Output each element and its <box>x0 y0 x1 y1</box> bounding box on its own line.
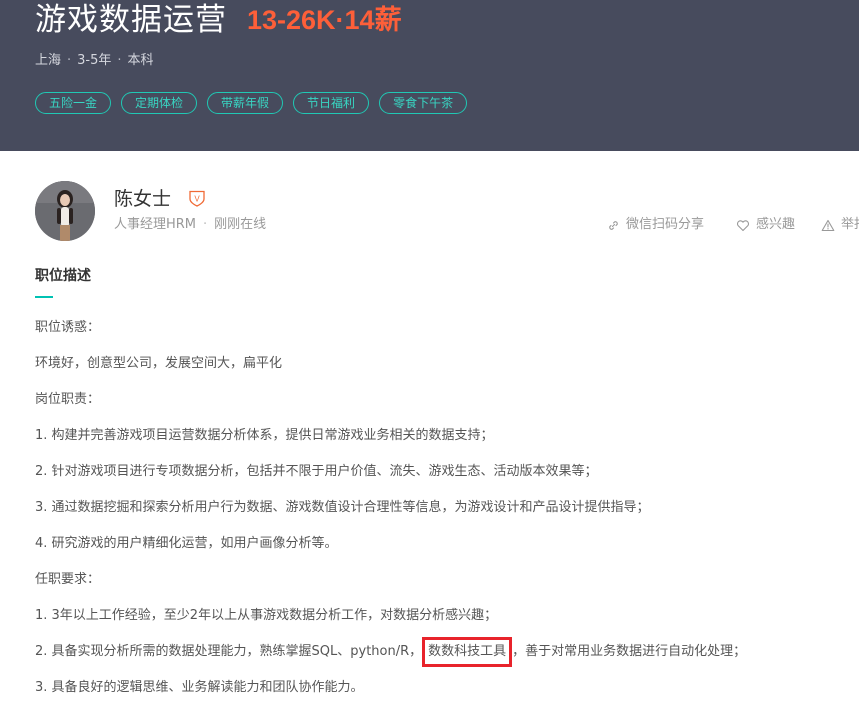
job-experience: 3-5年 <box>77 53 112 68</box>
meta-separator: · <box>117 53 122 68</box>
benefit-tag: 带薪年假 <box>207 92 284 114</box>
role-separator: · <box>203 217 208 232</box>
recruiter-status: 刚刚在线 <box>214 217 267 232</box>
report-label: 举报 <box>841 217 859 232</box>
interest-label: 感兴趣 <box>756 217 796 232</box>
benefit-tag: 五险一金 <box>35 92 112 114</box>
benefit-tag: 零食下午茶 <box>379 92 468 114</box>
job-banner: 游戏数据运营 13-26K·14薪 上海 · 3-5年 · 本科 五险一金 定期体检 带… <box>0 0 859 151</box>
description-line: 3. 具备良好的逻辑思维、业务解读能力和团队协作能力。 <box>35 680 364 695</box>
report-button[interactable]: 举报 <box>821 216 859 234</box>
job-education: 本科 <box>127 53 154 68</box>
job-title: 游戏数据运营 <box>35 2 227 38</box>
recruiter-avatar[interactable] <box>35 181 95 241</box>
recruiter-role-line: 人事经理HRM · 刚刚在线 <box>114 216 266 234</box>
benefit-tag: 节日福利 <box>293 92 370 114</box>
warning-icon <box>821 219 835 231</box>
description-line: 任职要求： <box>35 572 101 587</box>
benefit-tag: 定期体检 <box>121 92 198 114</box>
job-description: 职位诱惑： 环境好，创意型公司，发展空间大，扁平化 岗位职责： 1. 构建并完善… <box>35 319 855 715</box>
section-underline <box>35 296 53 298</box>
line-text-after: ，善于对常用业务数据进行自动化处理； <box>512 644 747 659</box>
description-line: 1. 构建并完善游戏项目运营数据分析体系，提供日常游戏业务相关的数据支持； <box>35 428 494 443</box>
job-location: 上海 <box>35 53 62 68</box>
link-icon <box>609 220 618 230</box>
recruiter-role: 人事经理HRM <box>114 217 197 232</box>
job-meta: 上海 · 3-5年 · 本科 <box>35 52 154 70</box>
meta-separator: · <box>67 53 72 68</box>
verified-badge-letter: V <box>194 195 200 204</box>
highlighted-term: 数数科技工具 <box>422 637 513 667</box>
benefit-tags: 五险一金 定期体检 带薪年假 节日福利 零食下午茶 <box>35 92 468 114</box>
section-title: 职位描述 <box>35 268 91 284</box>
recruiter-name: 陈女士 <box>114 188 172 210</box>
share-label: 微信扫码分享 <box>626 217 705 232</box>
interest-button[interactable]: 感兴趣 <box>736 216 795 234</box>
verified-badge-icon: V <box>189 190 205 207</box>
line-text-before: 2. 具备实现分析所需的数据处理能力，熟练掌握SQL、python/R， <box>35 644 423 659</box>
description-line: 1. 3年以上工作经验，至少2年以上从事游戏数据分析工作，对数据分析感兴趣； <box>35 608 498 623</box>
job-salary: 13-26K·14薪 <box>247 5 402 35</box>
description-line: 4. 研究游戏的用户精细化运营，如用户画像分析等。 <box>35 536 338 551</box>
description-line: 岗位职责： <box>35 392 101 407</box>
heart-icon <box>736 219 750 231</box>
description-line-highlighted: 2. 具备实现分析所需的数据处理能力，熟练掌握SQL、python/R， 数数科技… <box>35 637 855 679</box>
share-button[interactable]: 微信扫码分享 <box>607 216 704 234</box>
description-line: 职位诱惑： <box>35 320 101 335</box>
description-line: 环境好，创意型公司，发展空间大，扁平化 <box>35 356 283 371</box>
description-line: 3. 通过数据挖掘和探索分析用户行为数据、游戏数值设计合理性等信息，为游戏设计和… <box>35 500 650 515</box>
description-line: 2. 针对游戏项目进行专项数据分析，包括并不限于用户价值、流失、游戏生态、活动版… <box>35 464 598 479</box>
